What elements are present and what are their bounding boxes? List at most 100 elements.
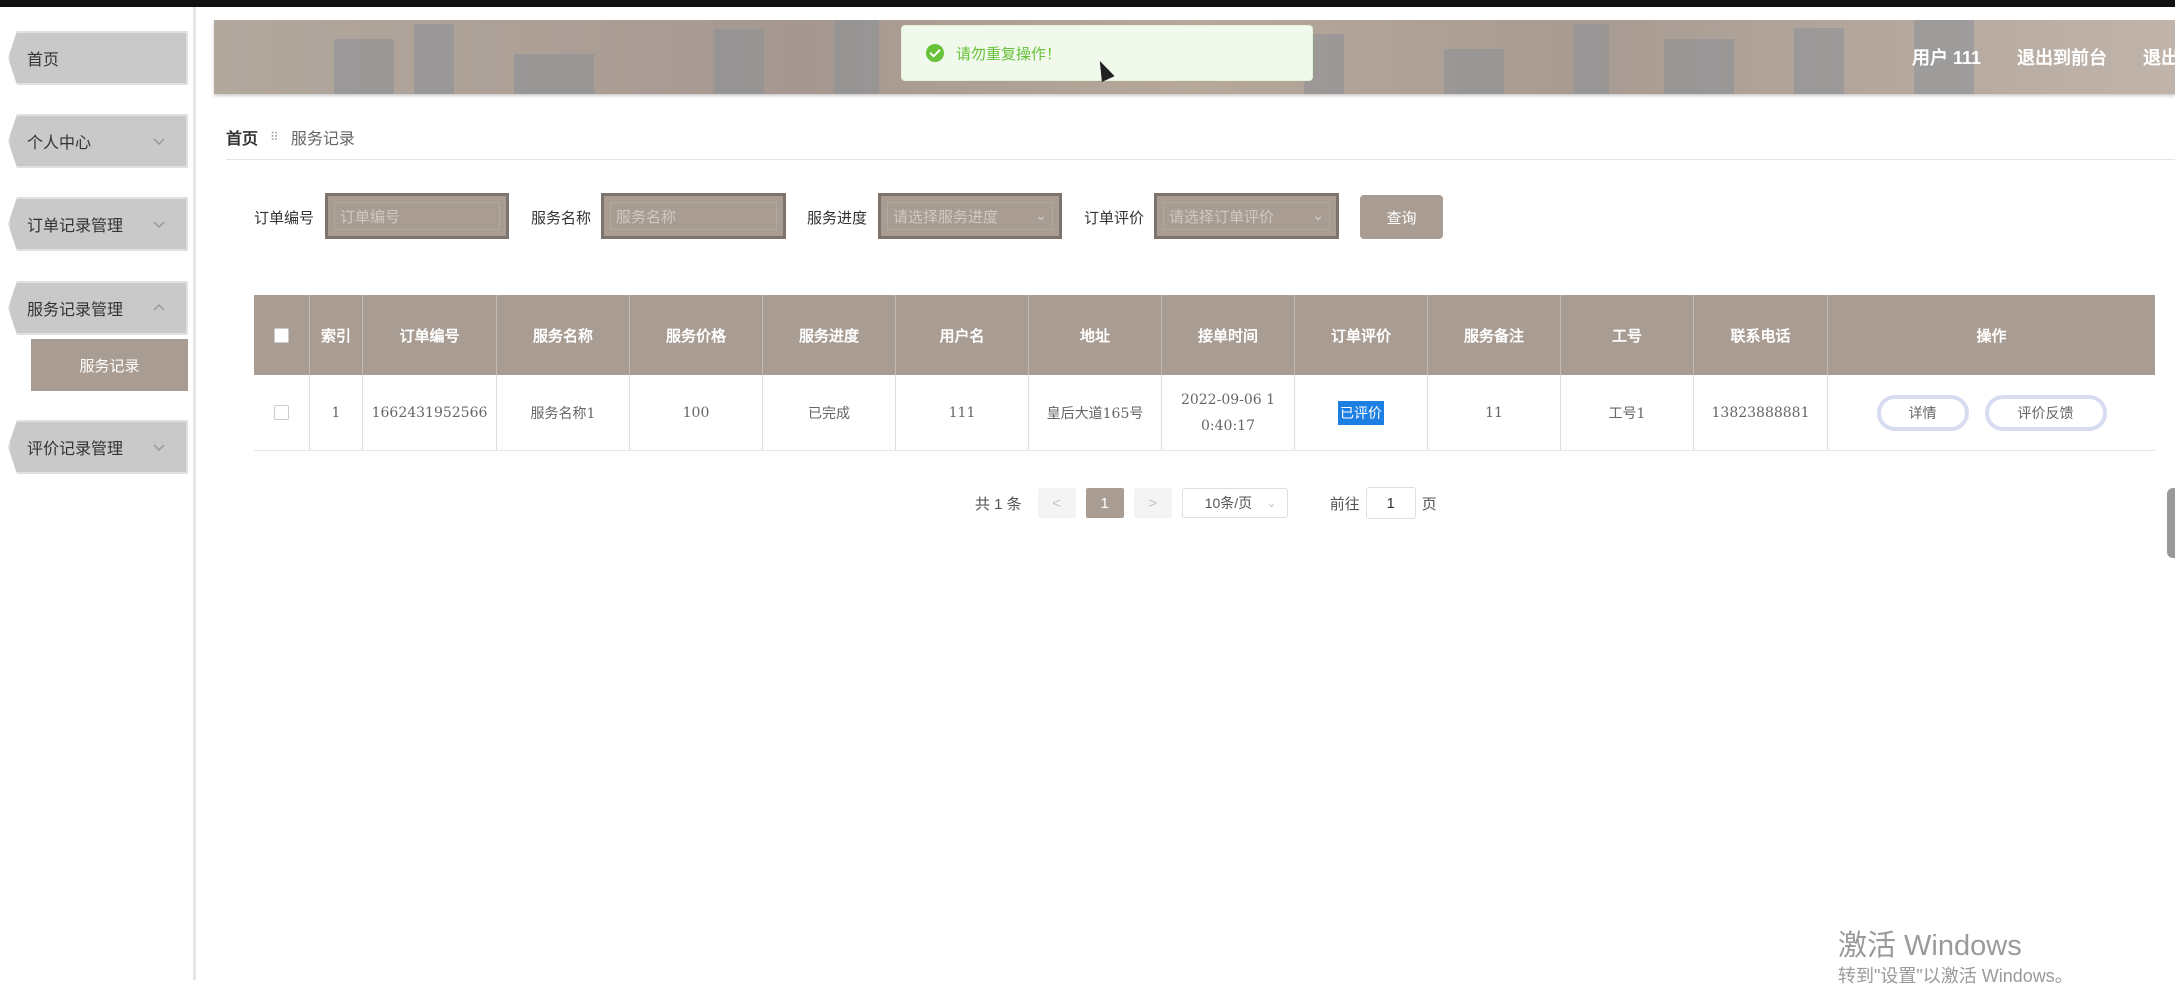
banner-building bbox=[514, 54, 594, 94]
rating-placeholder: 请选择订单评价 bbox=[1169, 208, 1275, 226]
breadcrumb-home[interactable]: 首页 bbox=[226, 125, 258, 149]
progress-select[interactable]: 请选择服务进度 ⌄ bbox=[878, 193, 1062, 239]
rating-label: 订单评价 bbox=[1084, 210, 1145, 227]
chevron-down-icon: ⌄ bbox=[1312, 207, 1324, 223]
header-cell: 服务进度 bbox=[763, 295, 896, 375]
chevron-down-icon: ⌄ bbox=[1035, 207, 1047, 223]
breadcrumb-current: 服务记录 bbox=[290, 131, 355, 148]
windows-activation-hint: 转到"设置"以激活 Windows。 bbox=[1838, 966, 2073, 986]
rating-feedback-button[interactable]: 评价反馈 bbox=[1984, 394, 2107, 431]
header-cell: 接单时间 bbox=[1162, 295, 1295, 375]
header-cell: 服务价格 bbox=[630, 295, 763, 375]
chevron-down-icon bbox=[152, 217, 166, 231]
cell-time-line1: 2022-09-06 1 bbox=[1180, 391, 1276, 408]
success-check-icon bbox=[926, 44, 944, 62]
progress-label: 服务进度 bbox=[807, 210, 868, 227]
sidebar-item-rating-records[interactable]: 评价记录管理 bbox=[8, 420, 188, 474]
breadcrumb-separator-icon: ⠿ bbox=[270, 130, 279, 144]
page-size-value: 10条/页 bbox=[1204, 495, 1253, 511]
pagination-total: 共 1 条 bbox=[975, 495, 1022, 513]
header-cell: 联系电话 bbox=[1694, 295, 1828, 375]
detail-button[interactable]: 详情 bbox=[1876, 394, 1969, 431]
service-name-placeholder: 服务名称 bbox=[616, 208, 677, 226]
chevron-down-icon: ⌄ bbox=[1266, 496, 1277, 510]
next-page-button[interactable]: > bbox=[1133, 488, 1172, 518]
scrollbar-thumb[interactable] bbox=[2167, 488, 2175, 558]
cell-order-no: 1662431952566 bbox=[363, 375, 497, 450]
sidebar-item-home[interactable]: 首页 bbox=[8, 31, 188, 85]
service-name-input[interactable]: 服务名称 bbox=[601, 193, 786, 239]
banner-building bbox=[834, 20, 879, 94]
goto-suffix: 页 bbox=[1421, 495, 1437, 513]
progress-placeholder: 请选择服务进度 bbox=[893, 208, 999, 226]
header-actions: 用户 111 退出到前台 退出登录 bbox=[1912, 20, 2175, 94]
sidebar-item-order-records[interactable]: 订单记录管理 bbox=[8, 197, 188, 251]
header-cell: 地址 bbox=[1029, 295, 1162, 375]
table-row: 1 1662431952566 服务名称1 100 已完成 111 皇后大道16… bbox=[254, 375, 2155, 451]
prev-page-button[interactable]: < bbox=[1037, 488, 1076, 518]
window-top-bar bbox=[0, 0, 2175, 7]
select-all-checkbox[interactable] bbox=[274, 327, 289, 343]
banner-building bbox=[414, 24, 454, 94]
cell-staff-no: 工号1 bbox=[1561, 375, 1694, 450]
sidebar-item-label: 个人中心 bbox=[27, 135, 92, 152]
table-header: 索引 订单编号 服务名称 服务价格 服务进度 用户名 地址 接单时间 订单评价 … bbox=[254, 295, 2155, 375]
order-no-input[interactable]: 订单编号 bbox=[325, 193, 509, 239]
header-cell: 服务备注 bbox=[1428, 295, 1561, 375]
cell-phone: 13823888881 bbox=[1694, 375, 1828, 450]
sidebar-item-personal-center[interactable]: 个人中心 bbox=[8, 114, 188, 168]
banner-building bbox=[714, 29, 764, 94]
page-size-select[interactable]: 10条/页 ⌄ bbox=[1181, 488, 1288, 518]
order-no-label: 订单编号 bbox=[254, 210, 315, 227]
banner-building bbox=[1794, 28, 1844, 94]
header-cell: 工号 bbox=[1561, 295, 1694, 375]
chevron-up-icon bbox=[152, 301, 166, 315]
header-cell: 订单编号 bbox=[363, 295, 497, 375]
sidebar: 首页 个人中心 订单记录管理 服务记录管理 服务记录 评价记录管理 bbox=[0, 7, 196, 980]
cell-actions: 详情 评价反馈 bbox=[1828, 375, 2155, 450]
banner-building bbox=[334, 39, 394, 94]
sidebar-item-label: 服务记录管理 bbox=[27, 302, 124, 319]
cell-username: 111 bbox=[896, 375, 1029, 450]
header-cell: 用户名 bbox=[896, 295, 1029, 375]
page-number-button[interactable]: 1 bbox=[1085, 488, 1124, 518]
windows-activation-watermark: 激活 Windows bbox=[1838, 930, 2022, 962]
chevron-down-icon bbox=[152, 134, 166, 148]
service-name-label: 服务名称 bbox=[531, 210, 592, 227]
rating-select[interactable]: 请选择订单评价 ⌄ bbox=[1154, 193, 1339, 239]
header-cell: 服务名称 bbox=[497, 295, 630, 375]
header-select-all[interactable] bbox=[254, 295, 310, 375]
logout-link[interactable]: 退出登录 bbox=[2143, 44, 2175, 70]
breadcrumb: 首页 ⠿ 服务记录 bbox=[226, 125, 355, 149]
cell-service-name: 服务名称1 bbox=[497, 375, 630, 450]
goto-page-input[interactable]: 1 bbox=[1365, 487, 1416, 519]
header-cell: 订单评价 bbox=[1295, 295, 1428, 375]
sidebar-item-label: 订单记录管理 bbox=[27, 218, 124, 235]
row-select[interactable] bbox=[254, 375, 310, 450]
sidebar-item-label: 首页 bbox=[27, 52, 60, 69]
cell-rating: 已评价 bbox=[1295, 375, 1428, 450]
header-cell: 操作 bbox=[1976, 327, 2007, 345]
sidebar-subitem-service-record[interactable]: 服务记录 bbox=[31, 339, 188, 391]
header-cell: 索引 bbox=[310, 295, 363, 375]
sidebar-item-service-records[interactable]: 服务记录管理 bbox=[8, 281, 188, 335]
cell-price: 100 bbox=[630, 375, 763, 450]
sidebar-subitem-label: 服务记录 bbox=[79, 357, 140, 375]
cell-time: 2022-09-06 1 0:40:17 bbox=[1162, 375, 1295, 450]
row-checkbox[interactable] bbox=[274, 405, 289, 420]
query-button[interactable]: 查询 bbox=[1360, 195, 1443, 239]
order-no-placeholder: 订单编号 bbox=[340, 208, 401, 226]
goto-label: 前往 bbox=[1329, 495, 1360, 513]
banner-building bbox=[1664, 39, 1734, 94]
cell-progress: 已完成 bbox=[763, 375, 896, 450]
exit-to-front-link[interactable]: 退出到前台 bbox=[2017, 44, 2107, 70]
rating-value: 已评价 bbox=[1338, 400, 1384, 425]
user-label: 用户 111 bbox=[1911, 48, 1981, 68]
banner-building bbox=[1444, 49, 1504, 94]
cell-address: 皇后大道165号 bbox=[1029, 375, 1162, 450]
divider bbox=[226, 159, 2175, 160]
cell-index: 1 bbox=[310, 375, 363, 450]
chevron-down-icon bbox=[152, 440, 166, 454]
banner-building bbox=[1574, 24, 1609, 94]
toast-text: 请勿重复操作！ bbox=[956, 45, 1062, 63]
